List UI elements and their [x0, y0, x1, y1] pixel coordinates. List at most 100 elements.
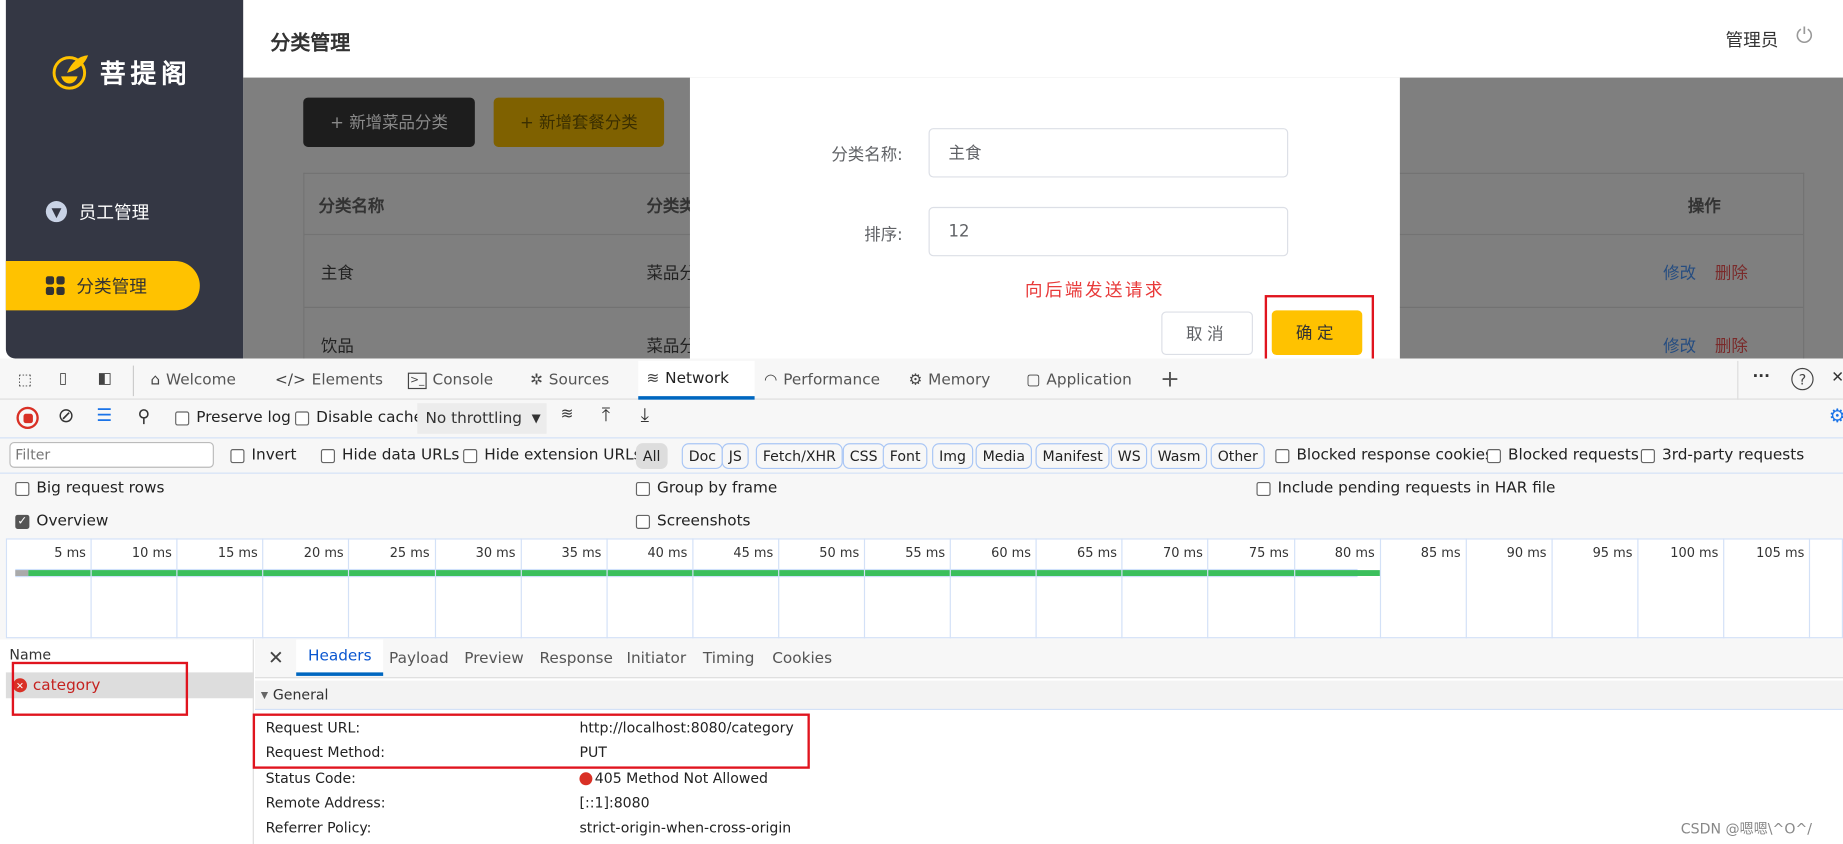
general-section-header[interactable]: ▼ General [255, 680, 1843, 711]
checkbox[interactable] [1486, 448, 1501, 463]
checkbox[interactable] [295, 410, 310, 425]
filter-type-ws[interactable]: WS [1110, 443, 1148, 470]
checkbox[interactable] [320, 448, 335, 463]
checkbox[interactable] [1640, 448, 1655, 463]
device-icon[interactable]: ▯ [59, 370, 67, 388]
invert-checkbox[interactable]: Invert [230, 447, 296, 464]
edit-link[interactable]: 修改 [1663, 261, 1696, 285]
add-dish-category-button[interactable]: + 新增菜品分类 [303, 97, 475, 147]
tab-cookies[interactable]: Cookies [772, 639, 832, 678]
user-name[interactable]: 管理员 [1725, 27, 1778, 52]
filter-input[interactable]: Filter [9, 441, 214, 468]
add-setmeal-category-button[interactable]: + 新增套餐分类 [493, 97, 665, 147]
network-conditions-icon[interactable]: ≋ [561, 406, 574, 424]
dock-icon[interactable]: ◧ [98, 370, 112, 388]
upload-icon[interactable]: ⤒ [602, 403, 610, 427]
power-icon[interactable]: ⏻ [1796, 24, 1813, 49]
filter-type-media[interactable]: Media [975, 443, 1033, 470]
download-icon[interactable]: ⤓ [641, 403, 649, 427]
tab-response[interactable]: Response [539, 639, 612, 678]
header-value: 405 Method Not Allowed [594, 769, 769, 786]
filter-type-css[interactable]: CSS [842, 443, 885, 470]
settings-gear-icon[interactable]: ⚙ [1829, 404, 1843, 426]
tab-timing[interactable]: Timing [703, 639, 755, 678]
filter-type-fetch-xhr[interactable]: Fetch/XHR [755, 443, 843, 470]
blocked-requests-checkbox[interactable]: Blocked requests [1486, 447, 1639, 464]
filter-type-manifest[interactable]: Manifest [1035, 443, 1110, 470]
tab-initiator[interactable]: Initiator [626, 639, 686, 678]
include-pending-checkbox[interactable]: Include pending requests in HAR file [1256, 480, 1555, 497]
home-icon: ⌂ [150, 371, 161, 390]
record-icon[interactable] [16, 406, 39, 430]
overview-checkbox[interactable]: ✓ Overview [15, 513, 108, 530]
tab-network[interactable]: ≋ Network [638, 360, 755, 400]
timeline-tick-label: 95 ms [1592, 545, 1633, 561]
tab-console[interactable]: >_ Console [407, 361, 493, 400]
cancel-button[interactable]: 取消 [1161, 311, 1253, 356]
timeline-tick-label: 105 ms [1756, 545, 1805, 561]
label: Group by frame [657, 479, 778, 498]
tab-memory[interactable]: ⚙ Memory [909, 361, 991, 400]
close-detail-icon[interactable]: ✕ [268, 647, 284, 669]
sidebar-item-categories[interactable]: 分类管理 [5, 260, 200, 311]
clear-icon[interactable]: ⊘ [58, 404, 75, 428]
filter-type-wasm[interactable]: Wasm [1150, 443, 1208, 470]
filter-type-doc[interactable]: Doc [681, 443, 724, 470]
inspect-icon[interactable]: ⬚ [18, 371, 32, 389]
checkbox[interactable] [635, 481, 650, 496]
filter-type-font[interactable]: Font [882, 443, 928, 470]
search-icon[interactable]: ⚲ [138, 406, 151, 427]
tab-preview[interactable]: Preview [464, 639, 523, 678]
screenshots-checkbox[interactable]: Screenshots [635, 513, 751, 530]
checkbox[interactable] [1275, 448, 1290, 463]
tab-performance[interactable]: ◠ Performance [764, 361, 880, 400]
tab-label: Welcome [166, 371, 236, 390]
hide-data-urls-checkbox[interactable]: Hide data URLs [320, 447, 459, 464]
timeline-gridline [1035, 538, 1037, 639]
hide-extension-urls-checkbox[interactable]: Hide extension URLs [463, 447, 642, 464]
checkbox[interactable] [1256, 481, 1271, 496]
filter-type-other[interactable]: Other [1210, 443, 1265, 470]
tab-label: Cookies [772, 650, 833, 668]
throttling-select[interactable]: No throttling ▼ [417, 403, 547, 434]
detail-tabbar: ✕ Headers Payload Preview Response Initi… [255, 639, 1843, 679]
checkbox[interactable] [175, 410, 190, 425]
tab-elements[interactable]: </> Elements [275, 361, 383, 400]
add-tab-icon[interactable]: + [1160, 364, 1180, 392]
delete-link[interactable]: 删除 [1715, 261, 1748, 285]
filter-type-js[interactable]: JS [721, 443, 749, 470]
more-icon[interactable]: ··· [1752, 368, 1769, 386]
category-name-input[interactable]: 主食 [928, 128, 1289, 178]
name-column-header[interactable]: Name [9, 647, 51, 663]
tab-label: Sources [548, 371, 610, 390]
logo-icon [52, 55, 89, 90]
checkbox[interactable] [230, 448, 245, 463]
delete-link[interactable]: 删除 [1715, 334, 1748, 358]
edit-link[interactable]: 修改 [1663, 334, 1696, 358]
filter-type-img[interactable]: Img [932, 443, 974, 470]
checkbox[interactable] [463, 448, 478, 463]
help-icon[interactable]: ? [1791, 367, 1814, 391]
logo: 菩提阁 [51, 52, 192, 92]
close-devtools-icon[interactable]: ✕ [1831, 369, 1843, 387]
filter-type-all[interactable]: All [635, 443, 668, 470]
third-party-checkbox[interactable]: 3rd-party requests [1640, 447, 1804, 464]
tab-application[interactable]: ▢ Application [1026, 361, 1132, 400]
big-request-rows-checkbox[interactable]: Big request rows [15, 480, 164, 497]
tab-welcome[interactable]: ⌂ Welcome [150, 361, 235, 400]
console-icon: >_ [407, 372, 427, 389]
tab-headers[interactable]: Headers [296, 639, 384, 676]
checkbox[interactable] [635, 514, 650, 529]
sidebar-item-employees[interactable]: ▼ 员工管理 [6, 187, 200, 236]
tab-payload[interactable]: Payload [389, 639, 449, 678]
disable-cache-checkbox[interactable]: Disable cache [295, 409, 423, 427]
annotation-box [1264, 295, 1375, 367]
preserve-log-checkbox[interactable]: Preserve log [175, 409, 291, 427]
checkbox-checked[interactable]: ✓ [15, 514, 30, 529]
checkbox[interactable] [15, 481, 30, 496]
sort-input[interactable]: 12 [928, 206, 1289, 257]
tab-sources[interactable]: ✲ Sources [530, 361, 609, 400]
group-by-frame-checkbox[interactable]: Group by frame [635, 479, 778, 498]
filter-icon[interactable]: ☰ [96, 404, 112, 425]
blocked-cookies-checkbox[interactable]: Blocked response cookies [1275, 447, 1493, 464]
